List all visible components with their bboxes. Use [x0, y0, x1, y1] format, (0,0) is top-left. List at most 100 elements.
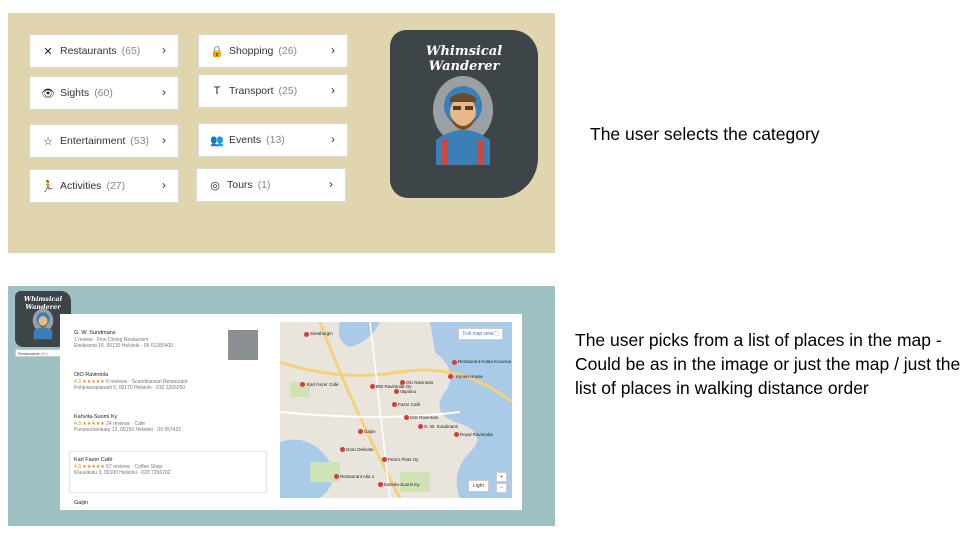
- place-address: Punavuorenkatu 12, 00150 Helsinki · 09 6…: [74, 427, 182, 433]
- category-transport[interactable]: T Transport (25) ›: [198, 74, 348, 108]
- category-label: Shopping: [229, 45, 274, 57]
- map-pin-icon[interactable]: [452, 360, 457, 365]
- place-item[interactable]: G. W. Sundmans 1 review · Fine Dining Re…: [74, 330, 173, 350]
- map-pin-icon[interactable]: [304, 332, 309, 337]
- map-label: Gaijin: [364, 429, 376, 434]
- category-count: (13): [266, 134, 285, 146]
- caption-top: The user selects the category: [590, 124, 820, 144]
- map-pin-icon[interactable]: [392, 402, 397, 407]
- map-label: Karl Fazer Café: [307, 382, 339, 387]
- full-map-view-button[interactable]: Full map view ⛶: [458, 328, 504, 340]
- mini-category-count: (65): [40, 350, 48, 356]
- category-count: (60): [94, 87, 113, 99]
- map-pin-icon[interactable]: [378, 482, 383, 487]
- category-tours[interactable]: ◎ Tours (1) ›: [196, 168, 346, 202]
- category-activities[interactable]: 🏃 Activities (27) ›: [29, 169, 179, 203]
- chevron-right-icon: ›: [329, 177, 333, 191]
- map-label: Gran Delicato: [346, 447, 374, 452]
- map-pin-icon[interactable]: [418, 424, 423, 429]
- map-label: Sveaborgin: [310, 331, 333, 336]
- brand-logo: Whimsical Wanderer: [390, 30, 538, 198]
- running-icon: 🏃: [41, 180, 55, 193]
- map-pin-icon[interactable]: [454, 432, 459, 437]
- chevron-right-icon: ›: [162, 178, 166, 192]
- wanderer-avatar-icon: [433, 76, 493, 165]
- chevron-right-icon: ›: [162, 85, 166, 99]
- caption-bottom: The user picks from a list of places in …: [575, 330, 961, 398]
- place-thumbnail: [228, 330, 258, 360]
- category-count: (25): [278, 85, 298, 97]
- map-label: Vapiano: [400, 389, 417, 394]
- wanderer-avatar-small-icon: [32, 308, 54, 340]
- map-label: Restaurant Kotka Kruunua: [458, 359, 512, 364]
- place-name: Gaijin: [74, 500, 89, 506]
- map-label: Kynea House: [456, 374, 484, 379]
- place-rating: 4.3 ★★★★★: [74, 420, 105, 427]
- category-label: Tours: [227, 179, 253, 191]
- map-pin-icon[interactable]: [358, 429, 363, 434]
- map-label: Fazer Café: [398, 402, 421, 407]
- category-label: Sights: [60, 87, 90, 99]
- place-meta: 24 reviews · Cafe: [106, 420, 146, 427]
- map-label: Restaurant Aila 1: [340, 474, 375, 479]
- map-pin-icon[interactable]: [448, 374, 453, 379]
- map-label: Royal Ravintolat: [460, 432, 493, 437]
- category-entertainment[interactable]: ☆ Entertainment (53) ›: [29, 124, 179, 158]
- people-icon: 👥: [210, 134, 224, 147]
- transport-icon: T: [213, 85, 221, 97]
- chevron-right-icon: ›: [162, 133, 166, 147]
- map-pin-icon[interactable]: [370, 384, 375, 389]
- place-rating: 4.3 ★★★★★: [74, 463, 105, 470]
- category-count: (65): [121, 45, 141, 57]
- map-label: G. W. Sundmans: [424, 424, 459, 429]
- category-events[interactable]: 👥 Events (13) ›: [198, 123, 348, 157]
- category-label: Activities: [60, 180, 102, 192]
- category-count: (27): [106, 180, 126, 192]
- light-toggle-button[interactable]: Light: [468, 480, 489, 492]
- shopping-bag-icon: 🔒: [210, 45, 224, 58]
- category-count: (53): [130, 135, 150, 147]
- map-tiles: [280, 322, 512, 498]
- chevron-right-icon: ›: [162, 43, 166, 57]
- map-view[interactable]: Sveaborgin Restaurant Kotka Kruunua Kyne…: [280, 322, 512, 498]
- category-count: (26): [278, 45, 298, 57]
- place-rating: 4.3 ★★★★★: [74, 378, 105, 385]
- category-shopping[interactable]: 🔒 Shopping (26) ›: [198, 34, 348, 68]
- category-label: Events: [229, 134, 262, 146]
- zoom-out-button[interactable]: −: [496, 483, 507, 493]
- map-pin-icon[interactable]: [300, 382, 305, 387]
- map-pin-icon[interactable]: [334, 474, 339, 479]
- cutlery-icon: ✕: [43, 45, 53, 58]
- eye-icon: 👁: [41, 87, 55, 100]
- category-sights[interactable]: 👁 Sights (60) ›: [29, 76, 179, 110]
- star-icon: ☆: [43, 135, 53, 148]
- place-meta: 57 reviews · Coffee Shop: [106, 463, 163, 470]
- place-item[interactable]: OlO Ravintola 4.3 ★★★★★ 6 reviews · Scan…: [74, 372, 188, 392]
- place-item[interactable]: Gaijin: [74, 500, 88, 507]
- place-item[interactable]: Karl Fazer Café 4.3 ★★★★★ 57 reviews · C…: [74, 457, 170, 477]
- place-meta: 6 reviews · Scandinavian Restaurant: [106, 378, 188, 385]
- category-count: (1): [257, 179, 271, 191]
- chevron-right-icon: ›: [331, 43, 335, 57]
- chevron-right-icon: ›: [331, 83, 335, 97]
- map-label: Pela's Plats Oy: [388, 457, 419, 462]
- compass-icon: ◎: [210, 179, 220, 192]
- zoom-in-button[interactable]: +: [496, 472, 507, 482]
- category-label: Restaurants: [60, 45, 117, 57]
- place-item[interactable]: Kahvila-Suomi Ky 4.3 ★★★★★ 24 reviews · …: [74, 414, 181, 434]
- map-pin-icon[interactable]: [404, 415, 409, 420]
- full-map-view-label: Full map view: [463, 331, 494, 337]
- map-label: Kahvila-Suomi Ky: [384, 482, 420, 487]
- chevron-right-icon: ›: [331, 132, 335, 146]
- map-pin-icon[interactable]: [394, 389, 399, 394]
- map-label: BW Ravintolat Oy: [376, 384, 412, 389]
- category-restaurants[interactable]: ✕ Restaurants (65) ›: [29, 34, 179, 68]
- map-pin-icon[interactable]: [340, 447, 345, 452]
- map-pin-icon[interactable]: [382, 457, 387, 462]
- place-address: Pohjoisesplanadi 5, 00170 Helsinki · 010…: [74, 385, 186, 391]
- place-address: Kluuvikatu 3, 00100 Helsinki · 020 72967…: [74, 470, 171, 476]
- mini-category-label: Restaurants: [18, 350, 40, 356]
- map-label: OlO Ravintola: [410, 415, 439, 420]
- category-label: Entertainment: [60, 135, 126, 147]
- expand-icon: ⛶: [494, 331, 499, 337]
